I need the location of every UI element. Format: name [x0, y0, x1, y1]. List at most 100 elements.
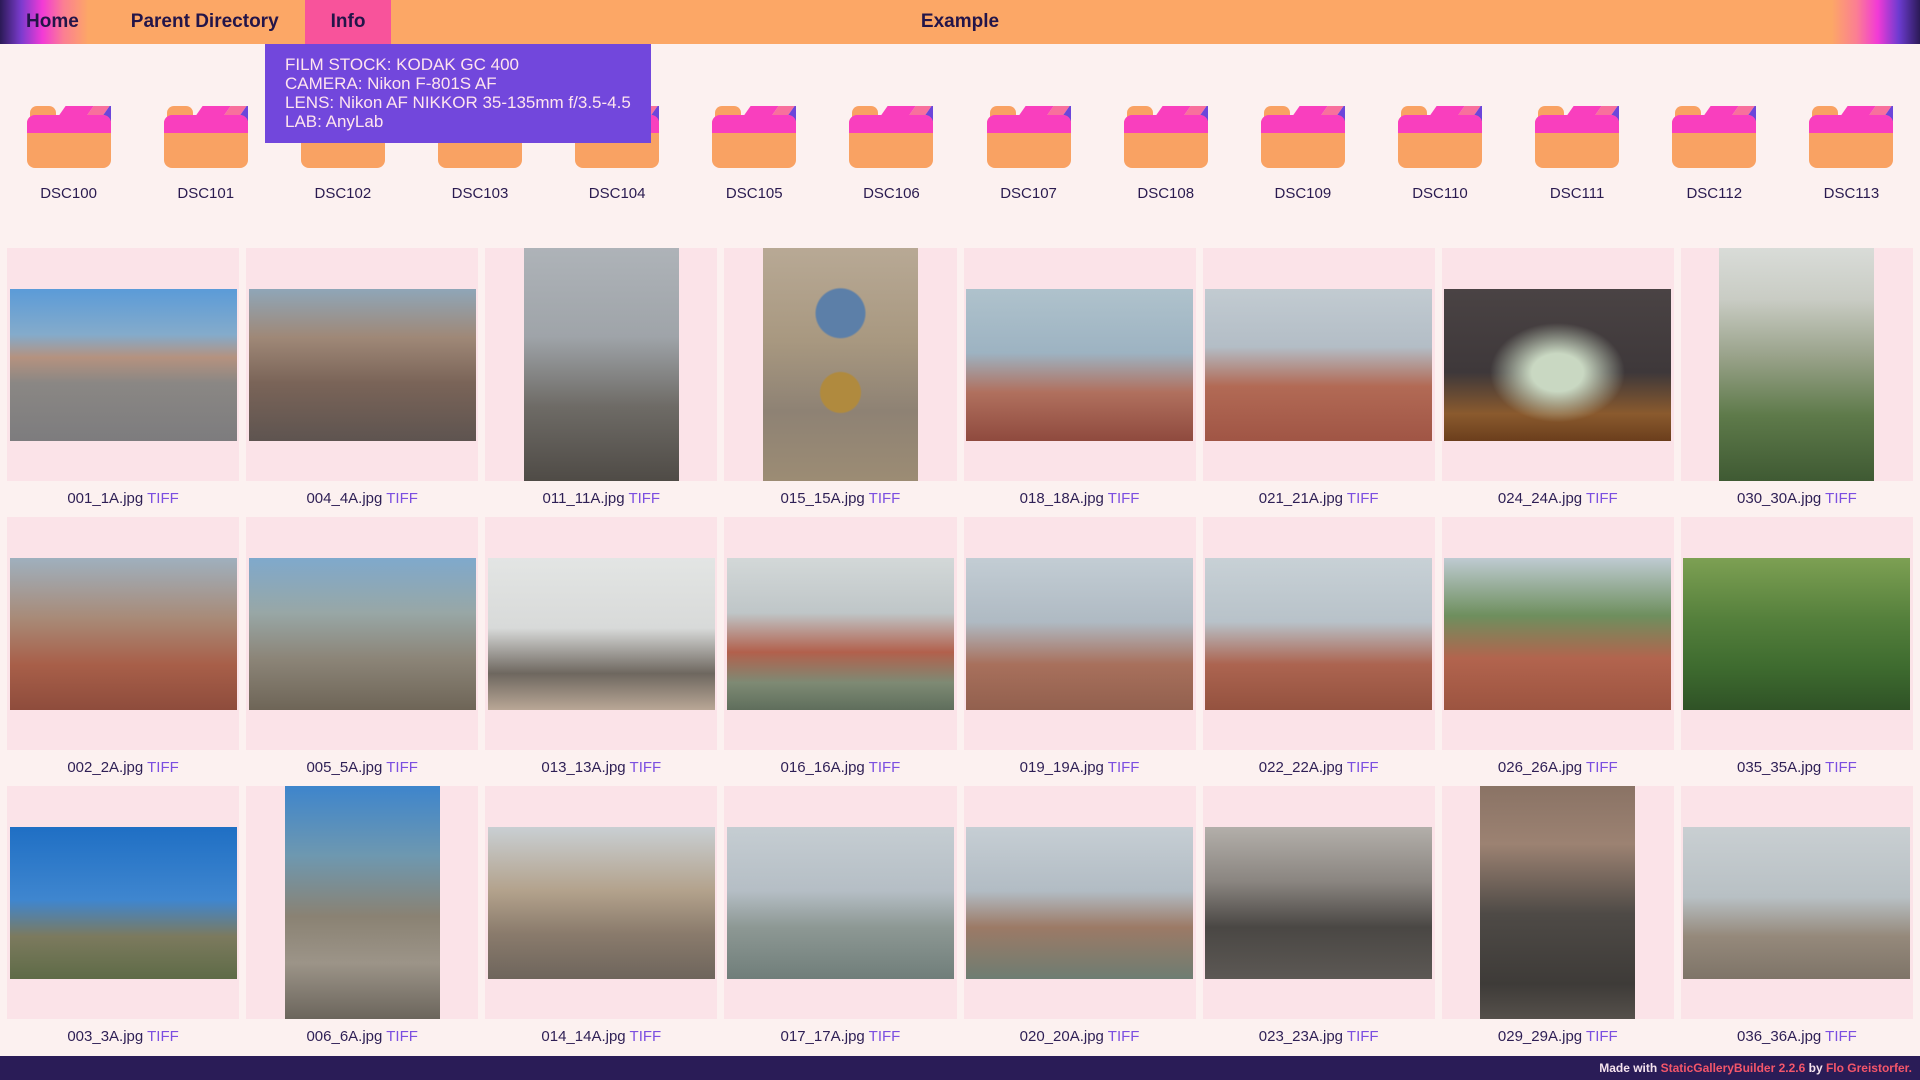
tiff-format-link[interactable]: TIFF	[1347, 490, 1379, 507]
folder-item-dsc101[interactable]: DSC101	[137, 104, 274, 202]
photo-cell: 021_21A.jpg TIFF	[1203, 248, 1435, 507]
photo-filename-link[interactable]: 030_30A.jpg	[1737, 490, 1825, 507]
tiff-format-link[interactable]: TIFF	[1825, 759, 1857, 776]
folder-item-dsc108[interactable]: DSC108	[1097, 104, 1234, 202]
photo-filename-link[interactable]: 029_29A.jpg	[1498, 1028, 1586, 1045]
tiff-format-link[interactable]: TIFF	[1825, 1028, 1857, 1045]
photo-thumbnail-rooftop-panorama[interactable]	[1205, 558, 1432, 710]
tiff-format-link[interactable]: TIFF	[1108, 490, 1140, 507]
photo-filename-link[interactable]: 016_16A.jpg	[781, 759, 869, 776]
folder-item-dsc107[interactable]: DSC107	[960, 104, 1097, 202]
photo-filename-link[interactable]: 005_5A.jpg	[306, 759, 386, 776]
photo-thumbnail-castle-skyline-rooftops[interactable]	[1205, 289, 1432, 441]
photo-filename-link[interactable]: 011_11A.jpg	[543, 490, 629, 507]
nav-item-home[interactable]: Home	[0, 0, 105, 44]
tiff-format-link[interactable]: TIFF	[1825, 490, 1857, 507]
photo-thumbnail-hazy-city-panorama[interactable]	[966, 558, 1193, 710]
tiff-format-link[interactable]: TIFF	[1108, 1028, 1140, 1045]
tiff-format-link[interactable]: TIFF	[1586, 490, 1618, 507]
tiff-format-link[interactable]: TIFF	[630, 759, 662, 776]
folder-item-dsc109[interactable]: DSC109	[1234, 104, 1371, 202]
photo-thumbnail-street-view-rooftops[interactable]	[249, 289, 476, 441]
tiff-format-link[interactable]: TIFF	[147, 490, 179, 507]
photo-thumbnail-tyn-church-night[interactable]	[1444, 289, 1671, 441]
folder-label: DSC105	[726, 185, 783, 202]
folder-label: DSC111	[1550, 185, 1604, 202]
photo-cell: 022_22A.jpg TIFF	[1203, 517, 1435, 776]
photo-thumbnail-clock-tower-hill[interactable]	[10, 827, 237, 979]
photo-filename-link[interactable]: 002_2A.jpg	[67, 759, 147, 776]
photo-filename-link[interactable]: 019_19A.jpg	[1020, 759, 1108, 776]
photo-thumbnail-red-rooftop-panorama[interactable]	[966, 289, 1193, 441]
photo-thumbnail-tyn-church-spires[interactable]	[488, 558, 715, 710]
photo-thumbnail-prague-street-scene[interactable]	[10, 289, 237, 441]
folder-icon	[164, 104, 248, 168]
tiff-format-link[interactable]: TIFF	[386, 490, 418, 507]
nav-item-info[interactable]: Info	[305, 0, 392, 44]
tiff-format-link[interactable]: TIFF	[630, 1028, 662, 1045]
photo-filename-link[interactable]: 014_14A.jpg	[541, 1028, 629, 1045]
photo-caption: 004_4A.jpg TIFF	[306, 490, 417, 507]
tiff-format-link[interactable]: TIFF	[628, 490, 660, 507]
folder-item-dsc100[interactable]: DSC100	[0, 104, 137, 202]
tiff-format-link[interactable]: TIFF	[386, 759, 418, 776]
tiff-format-link[interactable]: TIFF	[1586, 1028, 1618, 1045]
info-popup-lab: LAB: AnyLab	[285, 112, 631, 131]
folder-item-dsc111[interactable]: DSC111	[1509, 104, 1646, 202]
photo-thumbnail-green-foliage[interactable]	[1683, 558, 1910, 710]
tiff-format-link[interactable]: TIFF	[1108, 759, 1140, 776]
photo-filename-link[interactable]: 021_21A.jpg	[1259, 490, 1347, 507]
folder-item-dsc113[interactable]: DSC113	[1783, 104, 1920, 202]
photo-thumbnail-street-from-above[interactable]	[1480, 786, 1635, 1019]
folder-item-dsc112[interactable]: DSC112	[1646, 104, 1783, 202]
photo-filename-link[interactable]: 015_15A.jpg	[781, 490, 869, 507]
photo-filename-link[interactable]: 023_23A.jpg	[1259, 1028, 1347, 1045]
tiff-format-link[interactable]: TIFF	[869, 490, 901, 507]
footer-builder-link[interactable]: StaticGalleryBuilder 2.2.6	[1661, 1061, 1806, 1075]
photo-thumbnail-buildings-cliff[interactable]	[249, 558, 476, 710]
photo-filename-link[interactable]: 006_6A.jpg	[306, 1028, 386, 1045]
tiff-format-link[interactable]: TIFF	[147, 1028, 179, 1045]
photo-thumbnail-astronomical-clock[interactable]	[763, 248, 918, 481]
tiff-format-link[interactable]: TIFF	[1347, 1028, 1379, 1045]
photo-filename-link[interactable]: 004_4A.jpg	[306, 490, 386, 507]
photo-caption: 023_23A.jpg TIFF	[1259, 1028, 1379, 1045]
photo-filename-link[interactable]: 024_24A.jpg	[1498, 490, 1586, 507]
photo-filename-link[interactable]: 035_35A.jpg	[1737, 759, 1825, 776]
tiff-format-link[interactable]: TIFF	[386, 1028, 418, 1045]
photo-thumbnail-rooftop-view[interactable]	[10, 558, 237, 710]
nav-item-parent-directory[interactable]: Parent Directory	[105, 0, 305, 44]
photo-thumbnail-river-castle-view[interactable]	[727, 558, 954, 710]
folder-icon	[1261, 104, 1345, 168]
photo-filename-link[interactable]: 026_26A.jpg	[1498, 759, 1586, 776]
photo-filename-link[interactable]: 001_1A.jpg	[67, 490, 147, 507]
photo-filename-link[interactable]: 022_22A.jpg	[1259, 759, 1347, 776]
photo-thumbnail-roofs-green-hill[interactable]	[1444, 558, 1671, 710]
photo-filename-link[interactable]: 017_17A.jpg	[781, 1028, 869, 1045]
photo-thumbnail-cliff-tower-street[interactable]	[285, 786, 440, 1019]
footer-author-link[interactable]: Flo Greistorfer.	[1826, 1061, 1912, 1075]
tiff-format-link[interactable]: TIFF	[1586, 759, 1618, 776]
photo-thumbnail-town-square-people[interactable]	[488, 827, 715, 979]
photo-caption: 002_2A.jpg TIFF	[67, 759, 178, 776]
photo-thumbnail-river-bridge-panorama[interactable]	[966, 827, 1193, 979]
photo-filename-link[interactable]: 003_3A.jpg	[67, 1028, 147, 1045]
photo-cell: 002_2A.jpg TIFF	[7, 517, 239, 776]
folder-item-dsc106[interactable]: DSC106	[823, 104, 960, 202]
tiff-format-link[interactable]: TIFF	[869, 759, 901, 776]
folder-item-dsc110[interactable]: DSC110	[1371, 104, 1508, 202]
photo-filename-link[interactable]: 018_18A.jpg	[1020, 490, 1108, 507]
photo-thumbnail-bridge-statue-river[interactable]	[727, 827, 954, 979]
tiff-format-link[interactable]: TIFF	[869, 1028, 901, 1045]
tiff-format-link[interactable]: TIFF	[147, 759, 179, 776]
folder-item-dsc105[interactable]: DSC105	[686, 104, 823, 202]
photo-thumbnail-crowd-on-bridge[interactable]	[1205, 827, 1432, 979]
photo-filename-link[interactable]: 036_36A.jpg	[1737, 1028, 1825, 1045]
photo-thumbnail-old-town-hall-tower[interactable]	[524, 248, 679, 481]
photo-filename-link[interactable]: 020_20A.jpg	[1020, 1028, 1108, 1045]
photo-filename-link[interactable]: 013_13A.jpg	[541, 759, 629, 776]
folder-label: DSC103	[452, 185, 509, 202]
photo-thumbnail-church-spire-panorama[interactable]	[1683, 827, 1910, 979]
photo-thumbnail-tree-branches-over-city[interactable]	[1719, 248, 1874, 481]
tiff-format-link[interactable]: TIFF	[1347, 759, 1379, 776]
